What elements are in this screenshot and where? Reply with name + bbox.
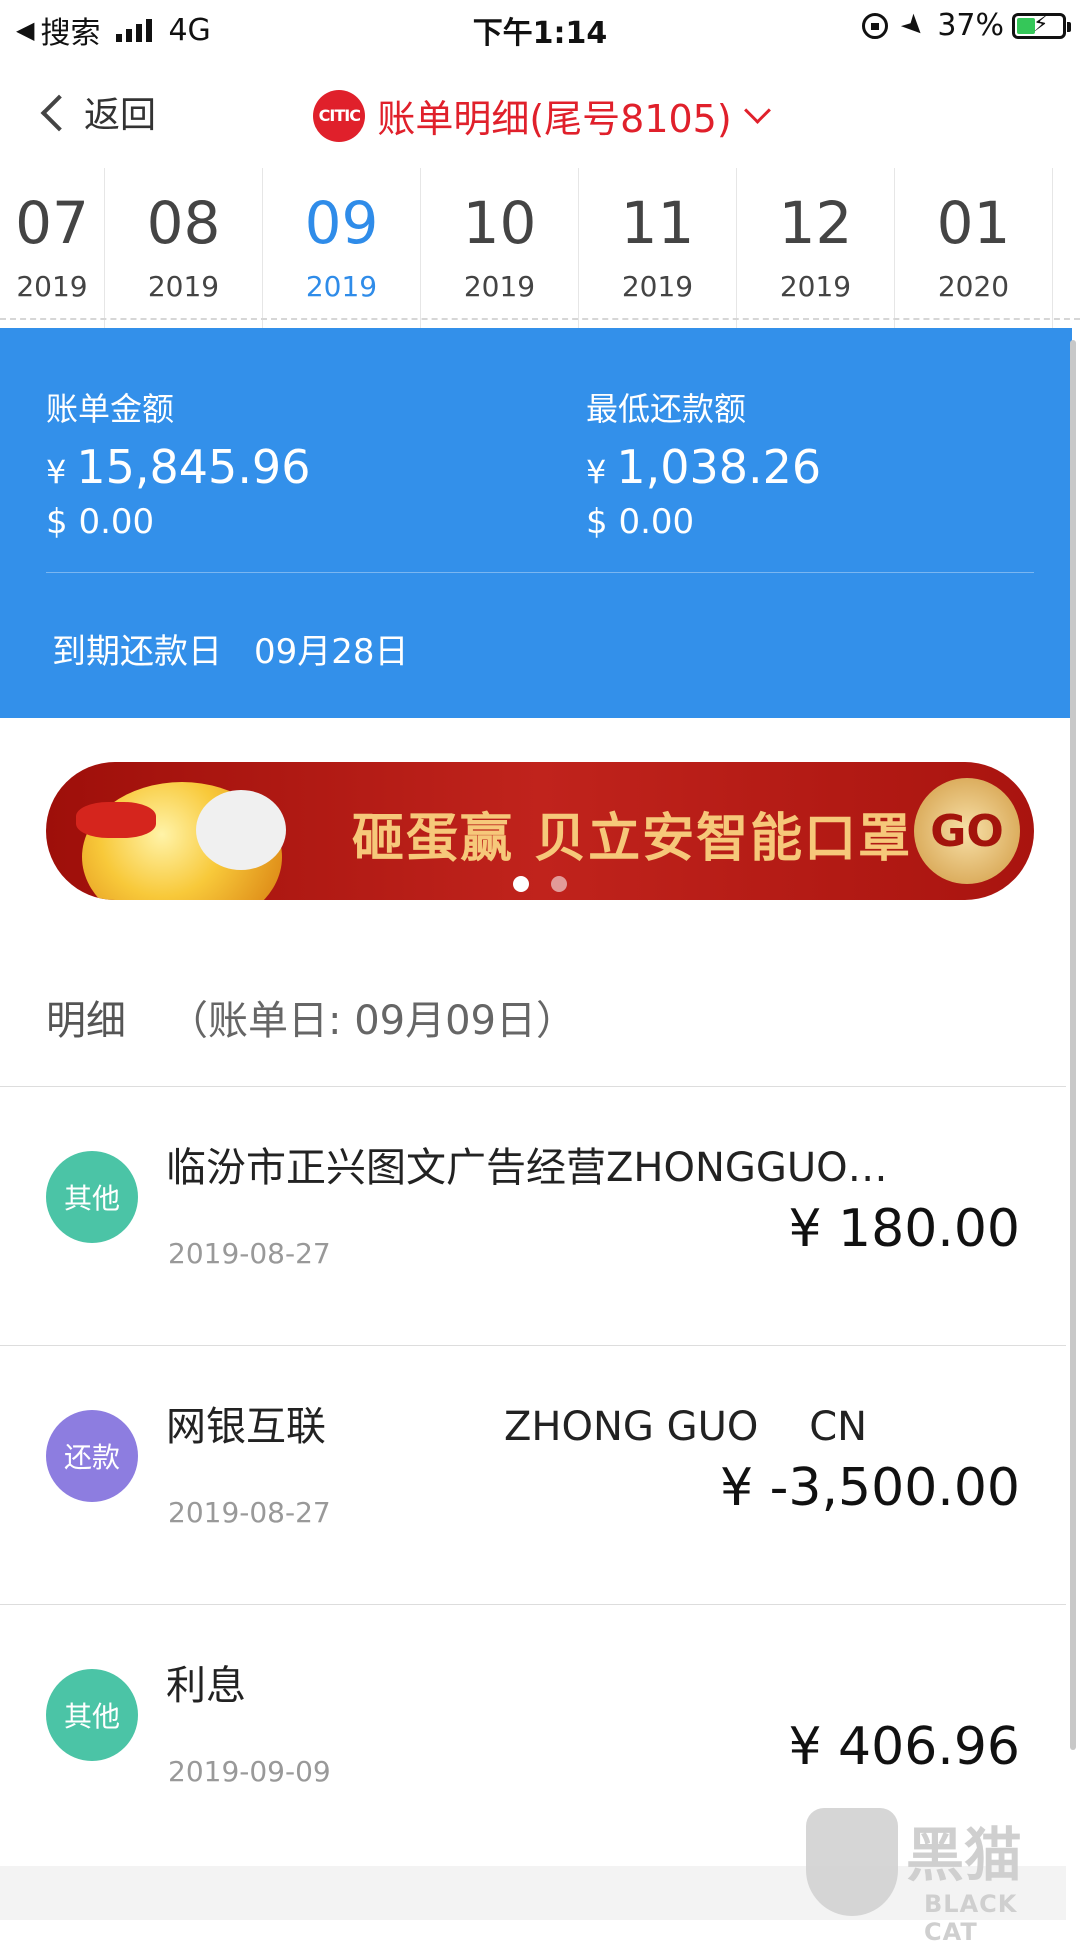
promo-banner[interactable]: 砸蛋赢 贝立安智能口罩 GO <box>46 762 1034 900</box>
month-number: 10 <box>462 189 537 257</box>
bill-amount-block: 账单金额 ¥15,845.96 $ 0.00 <box>46 384 310 542</box>
battery-percent: 37% <box>937 8 1004 43</box>
due-date-label: 到期还款日 <box>52 632 222 672</box>
category-badge: 其他 <box>46 1669 138 1761</box>
currency-symbol: ¥ <box>46 453 67 491</box>
tab-divider <box>0 318 1080 328</box>
category-badge: 其他 <box>46 1151 138 1243</box>
month-number: 07 <box>15 189 89 257</box>
chevron-down-icon <box>743 97 771 124</box>
watermark-subtext: BLACK CAT <box>924 1890 1018 1946</box>
citic-logo-icon: CITIC <box>313 89 366 142</box>
min-payment-usd: $ 0.00 <box>586 502 695 542</box>
carousel-dot[interactable] <box>551 876 567 892</box>
summary-divider <box>46 572 1034 573</box>
egg-crack-icon <box>196 790 286 870</box>
month-year: 2019 <box>305 270 378 303</box>
month-number: 09 <box>304 189 379 257</box>
details-title: 明细 <box>46 998 126 1044</box>
carousel-dot-active[interactable] <box>513 876 529 892</box>
card-selector[interactable]: CITIC 账单明细(尾号8105) <box>0 88 1080 143</box>
bill-amount-usd: $ 0.00 <box>46 502 155 542</box>
transaction-description: 网银互联 ZHONG GUO CN <box>166 1404 868 1450</box>
month-number: 11 <box>620 189 695 257</box>
month-year: 2019 <box>147 270 220 303</box>
min-payment-block: 最低还款额 ¥1,038.26 $ 0.00 <box>586 384 821 542</box>
month-tab[interactable]: 07 2019 <box>0 168 105 328</box>
page-title: 账单明细(尾号8105) <box>377 97 732 141</box>
month-tab[interactable]: 01 2020 <box>895 168 1053 328</box>
bill-day: （账单日: 09月09日） <box>168 998 576 1044</box>
banner-text: 砸蛋赢 贝立安智能口罩 <box>352 809 913 869</box>
due-date-value: 09月28日 <box>254 632 409 672</box>
month-tab[interactable]: 12 2019 <box>737 168 895 328</box>
transaction-description: 临汾市正兴图文广告经营ZHONGGUO… <box>166 1145 888 1191</box>
bill-summary: 账单金额 ¥15,845.96 $ 0.00 最低还款额 ¥1,038.26 $… <box>0 328 1072 718</box>
transaction-date: 2019-08-27 <box>168 1496 331 1529</box>
category-badge: 还款 <box>46 1410 138 1502</box>
month-year: 2019 <box>16 270 88 303</box>
month-number: 08 <box>146 189 221 257</box>
bill-amount-label: 账单金额 <box>46 390 175 428</box>
transaction-row[interactable]: 其他 临汾市正兴图文广告经营ZHONGGUO… 2019-08-27 ¥ 180… <box>0 1087 1066 1345</box>
month-year: 2019 <box>463 270 536 303</box>
bill-amount: ¥15,845.96 <box>46 440 310 494</box>
transaction-description: 利息 <box>166 1663 246 1709</box>
location-arrow-icon: ➤ <box>893 5 934 46</box>
due-date-row: 到期还款日 09月28日 <box>52 624 409 673</box>
min-payment-label: 最低还款额 <box>586 390 747 428</box>
scrollbar[interactable] <box>1070 340 1076 1750</box>
cat-shield-icon <box>806 1808 898 1916</box>
month-tab-active[interactable]: 09 2019 <box>263 168 421 328</box>
min-payment: ¥1,038.26 <box>586 440 821 494</box>
details-header: 明细 （账单日: 09月09日） <box>46 988 576 1046</box>
black-cat-watermark: 黑猫 BLACK CAT <box>806 1808 1076 1946</box>
go-button[interactable]: GO <box>914 778 1020 884</box>
transaction-date: 2019-08-27 <box>168 1237 331 1270</box>
rotation-lock-icon <box>861 12 888 39</box>
transaction-amount: ¥ -3,500.00 <box>720 1458 1020 1518</box>
month-year: 2020 <box>937 270 1010 303</box>
month-year: 2019 <box>779 270 852 303</box>
transaction-date: 2019-09-09 <box>168 1755 331 1788</box>
watermark-text: 黑猫 <box>906 1821 1023 1889</box>
battery-icon: ⚡ <box>1012 12 1071 39</box>
transaction-row[interactable]: 还款 网银互联 ZHONG GUO CN 2019-08-27 ¥ -3,500… <box>0 1346 1066 1604</box>
ribbon-icon <box>76 802 156 838</box>
nav-bar: 返回 CITIC 账单明细(尾号8105) <box>0 60 1080 160</box>
transaction-amount: ¥ 406.96 <box>788 1717 1020 1777</box>
month-number: 12 <box>778 189 853 257</box>
month-year: 2019 <box>621 270 694 303</box>
month-tab[interactable]: 10 2019 <box>421 168 579 328</box>
transaction-amount: ¥ 180.00 <box>788 1199 1020 1259</box>
bill-amount-value: 15,845.96 <box>76 440 311 494</box>
month-tab[interactable]: 11 2019 <box>579 168 737 328</box>
currency-symbol: ¥ <box>586 453 607 491</box>
status-right: ➤ 37% ⚡ <box>861 5 1071 46</box>
month-tab[interactable]: 08 2019 <box>105 168 263 328</box>
min-payment-value: 1,038.26 <box>616 440 822 494</box>
month-number: 01 <box>936 189 1011 257</box>
status-bar: ◀ 搜索 4G 下午1:14 ➤ 37% ⚡ <box>0 0 1080 56</box>
carousel-dots <box>46 876 1034 892</box>
month-tabs: 07 2019 08 2019 09 2019 10 2019 11 2019 … <box>0 168 1080 328</box>
